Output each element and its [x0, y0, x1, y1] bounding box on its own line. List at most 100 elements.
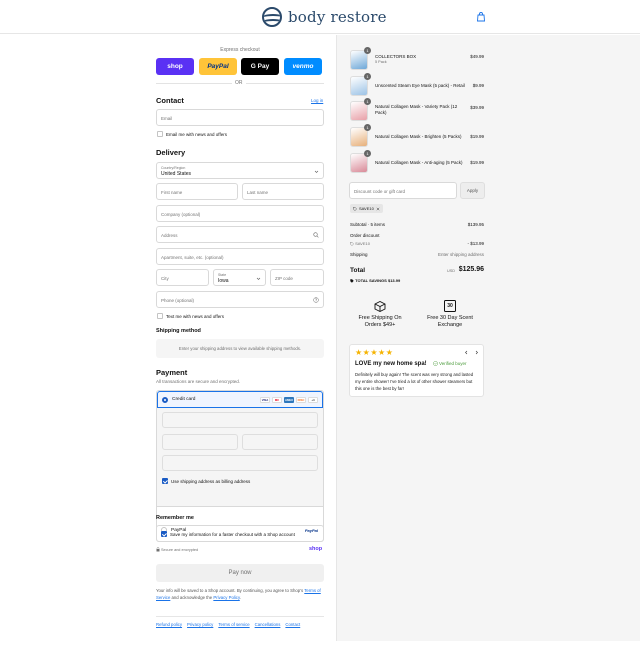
state-value: Iowa — [218, 278, 229, 284]
billing-address-checkbox[interactable] — [162, 478, 168, 484]
quantity-badge: 1 — [364, 124, 371, 131]
product-price: $19.99 — [470, 160, 484, 165]
google-pay-button[interactable]: G Pay — [241, 58, 279, 75]
terms-end: . — [239, 595, 241, 600]
country-label: Country/Region — [161, 166, 186, 170]
total-savings-label: TOTAL SAVINGS — [355, 278, 387, 283]
tag-icon — [350, 241, 354, 246]
zip-placeholder: ZIP code — [275, 276, 293, 281]
chevron-left-icon[interactable] — [464, 350, 469, 355]
discount-code-placeholder: Discount code or gift card — [354, 189, 406, 194]
footer-links: Refund policy Privacy policy Terms of se… — [156, 622, 300, 627]
email-news-checkbox[interactable] — [157, 131, 163, 137]
line-item: 1 Unscented Steam Eye Mask (5 pack) - Re… — [350, 73, 484, 98]
help-circle-icon[interactable] — [313, 297, 319, 303]
line-item: 1 Natural Collagen Mask - Anti-aging (5 … — [350, 150, 484, 175]
refund-policy-link[interactable]: Refund policy — [156, 622, 182, 627]
shop-pay-button[interactable]: shop — [156, 58, 194, 75]
venmo-button[interactable]: venmo — [284, 58, 322, 75]
city-field[interactable]: City — [156, 269, 209, 286]
product-price: $19.99 — [470, 134, 484, 139]
total-currency: USD — [446, 269, 455, 273]
shipping-method-heading: Shipping method — [156, 328, 201, 334]
tag-icon — [353, 206, 357, 211]
lock-icon — [156, 547, 160, 552]
total-savings: TOTAL SAVINGS $13.99 — [350, 278, 400, 283]
pay-now-button[interactable]: Pay now — [156, 564, 324, 582]
paypal-button[interactable]: PayPal — [199, 58, 237, 75]
save-info-checkbox[interactable] — [161, 531, 167, 537]
quantity-badge: 1 — [364, 47, 371, 54]
apply-discount-button[interactable]: Apply — [460, 182, 485, 199]
country-select[interactable]: Country/Region United States — [156, 162, 324, 179]
card-brand-list: VISA MC AMEX DISC +4 — [260, 397, 318, 403]
card-number-field[interactable] — [162, 412, 318, 428]
zip-field[interactable]: ZIP code — [270, 269, 324, 286]
discount-code-field[interactable]: Discount code or gift card — [349, 182, 457, 199]
text-news-checkbox[interactable] — [157, 313, 163, 319]
total-savings-value: $13.99 — [387, 278, 401, 283]
product-price: $9.99 — [472, 83, 484, 88]
product-price: $49.99 — [470, 54, 484, 59]
credit-card-label: Credit card — [172, 397, 196, 402]
search-icon — [313, 232, 319, 238]
mastercard-icon: MC — [272, 397, 282, 403]
remember-me-box: Save my information for a faster checkou… — [156, 525, 324, 542]
review-stars: ★★★★★ — [355, 348, 394, 357]
line-item: 1 Natural Collagen Mask - Brighten (5 Pa… — [350, 124, 484, 149]
credit-card-radio[interactable] — [162, 397, 168, 403]
save-info-label: Save my information for a faster checkou… — [170, 532, 295, 537]
review-body: Definitely will buy again! The scent was… — [355, 372, 474, 391]
free-shipping-perk: Free Shipping On Orders $49+ — [358, 315, 402, 328]
chevron-right-icon[interactable] — [474, 350, 479, 355]
contact-link[interactable]: Contact — [285, 622, 300, 627]
name-on-card-field[interactable] — [162, 455, 318, 471]
line-item: 1 Natural Collagen Mask - Variety Pack (… — [350, 98, 484, 123]
payment-heading: Payment — [156, 368, 188, 377]
shopping-bag-icon[interactable] — [476, 12, 486, 22]
brand-logo[interactable]: body restore — [262, 6, 387, 28]
last-name-field[interactable]: Last name — [242, 183, 324, 200]
credit-card-option[interactable]: Credit card VISA MC AMEX DISC +4 — [157, 391, 323, 408]
email-field[interactable]: Email — [156, 109, 324, 126]
applied-code: SAVE10 — [350, 241, 370, 246]
terms-of-service-footer-link[interactable]: Terms of service — [218, 622, 249, 627]
total-row: Total USD $125.96 — [350, 266, 484, 276]
tag-icon — [350, 278, 354, 283]
login-link[interactable]: Log in — [311, 98, 323, 103]
cancellations-link[interactable]: Cancellations — [255, 622, 281, 627]
shop-logo: shop — [309, 546, 323, 552]
verified-badge: Verified buyer — [433, 361, 467, 366]
company-placeholder: Company (optional) — [161, 212, 201, 217]
privacy-policy-footer-link[interactable]: Privacy policy — [187, 622, 213, 627]
delivery-heading: Delivery — [156, 148, 186, 157]
shipping-box-icon — [374, 300, 386, 312]
quantity-badge: 1 — [364, 98, 371, 105]
payment-subtitle: All transactions are secure and encrypte… — [156, 379, 241, 384]
first-name-field[interactable]: First name — [156, 183, 238, 200]
address-field[interactable]: Address — [156, 226, 324, 243]
check-circle-icon — [433, 361, 438, 366]
close-icon[interactable] — [376, 207, 380, 211]
line-item: 1 COLLECTORS BOX 5 Pack $49.99 — [350, 47, 484, 72]
product-price: $39.99 — [470, 105, 484, 110]
apartment-field[interactable]: Apartment, suite, etc. (optional) — [156, 248, 324, 265]
footer-divider — [156, 616, 324, 617]
privacy-policy-link[interactable]: Privacy Policy — [213, 595, 239, 600]
product-name: COLLECTORS BOX — [375, 54, 417, 59]
shipping-value: Enter shipping address — [437, 252, 484, 257]
expiration-field[interactable] — [162, 434, 238, 450]
billing-address-label: Use shipping address as billing address — [171, 479, 251, 484]
credit-card-fields: Use shipping address as billing address — [157, 408, 323, 507]
secure-label: Secure and encrypted — [161, 548, 199, 552]
checkout-form: Express checkout shop PayPal G Pay venmo… — [0, 35, 336, 667]
or-text: OR — [232, 80, 246, 86]
text-news-label: Text me with news and offers — [166, 314, 224, 319]
shipping-method-note: Enter your shipping address to view avai… — [178, 346, 302, 351]
security-code-field[interactable] — [242, 434, 318, 450]
phone-field[interactable]: Phone (optional) — [156, 291, 324, 308]
company-field[interactable]: Company (optional) — [156, 205, 324, 222]
review-title: LOVE my new home spa! — [355, 361, 427, 367]
state-select[interactable]: State Iowa — [213, 269, 266, 286]
brand-name: body restore — [288, 8, 387, 26]
